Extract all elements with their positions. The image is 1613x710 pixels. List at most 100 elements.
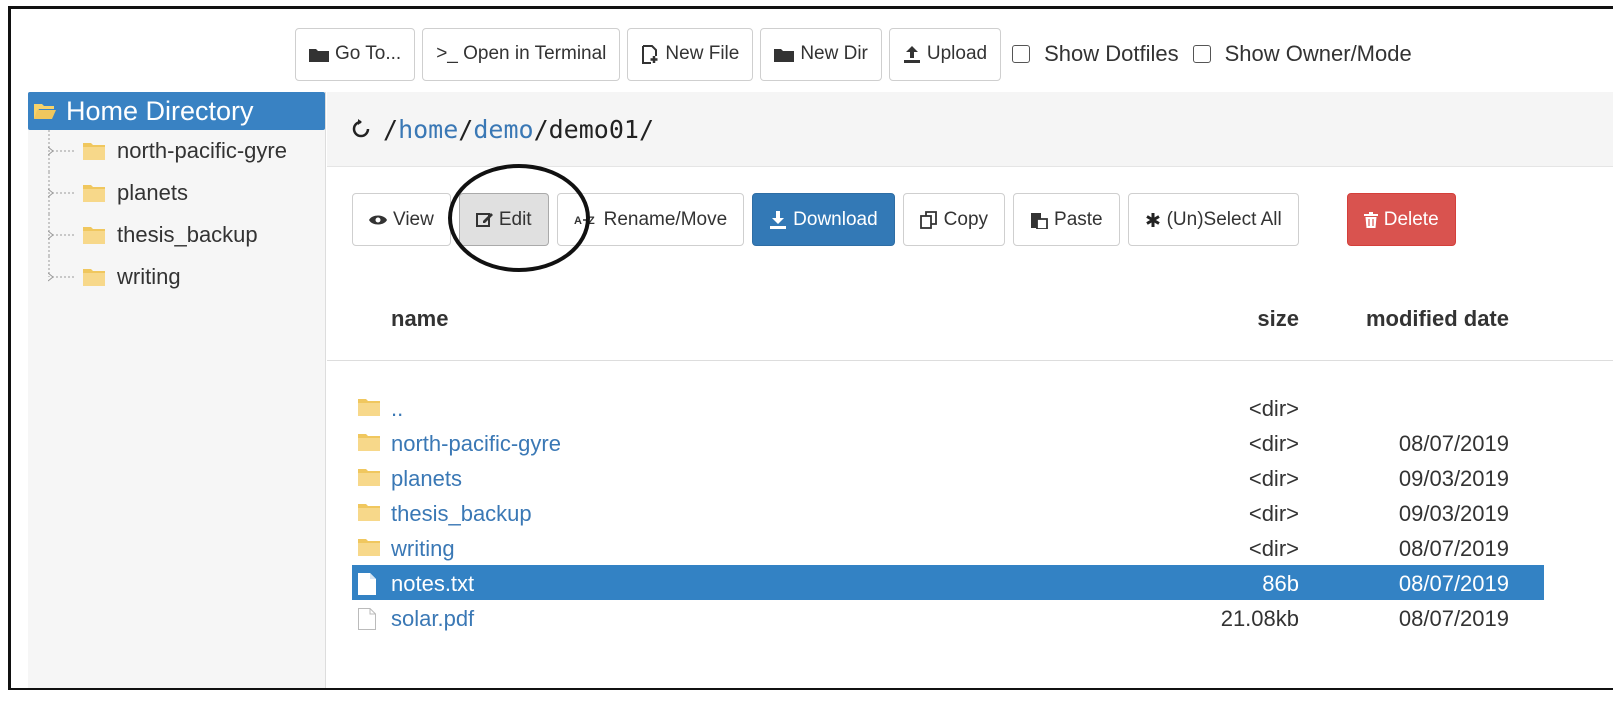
eye-icon — [369, 215, 387, 224]
table-row[interactable]: writing <dir> 08/07/2019 — [352, 530, 1544, 565]
show-dotfiles-toggle[interactable]: Show Dotfiles — [1012, 41, 1179, 67]
download-label: Download — [793, 208, 878, 230]
show-dotfiles-checkbox[interactable] — [1012, 45, 1031, 63]
sort-alpha-icon: AZ — [574, 215, 595, 226]
copy-icon — [919, 210, 937, 229]
file-name-link[interactable]: writing — [391, 536, 455, 562]
column-header-modified-date[interactable]: modified date — [1366, 306, 1509, 332]
rename-move-button[interactable]: AZ Rename/Move — [556, 193, 745, 246]
edit-icon — [475, 213, 493, 227]
select-all-button[interactable]: (Un)Select All — [1127, 193, 1299, 246]
breadcrumb: /home/demo/demo01/ — [327, 92, 1613, 167]
open-terminal-label: >_ Open in Terminal — [436, 43, 607, 64]
table-row[interactable]: planets <dir> 09/03/2019 — [352, 460, 1544, 495]
new-file-icon — [642, 44, 658, 64]
refresh-icon[interactable] — [351, 119, 371, 139]
edit-button[interactable]: Edit — [458, 193, 549, 246]
svg-text:Z: Z — [588, 215, 595, 226]
file-size: <dir> — [1248, 431, 1299, 456]
tree-connector — [48, 172, 76, 214]
file-name-link[interactable]: solar.pdf — [391, 606, 474, 632]
file-name-link[interactable]: planets — [391, 466, 462, 492]
column-header-name[interactable]: name — [391, 306, 448, 332]
tree-connector — [48, 130, 76, 172]
show-owner-mode-label: Show Owner/Mode — [1224, 41, 1412, 66]
view-button[interactable]: View — [352, 193, 451, 246]
folder-open-icon — [34, 104, 56, 119]
copy-label: Copy — [943, 208, 989, 230]
table-row[interactable]: north-pacific-gyre <dir> 08/07/2019 — [352, 425, 1544, 460]
delete-button[interactable]: Delete — [1346, 193, 1456, 246]
select-all-label: (Un)Select All — [1166, 208, 1282, 230]
folder-icon — [83, 227, 105, 244]
table-row[interactable]: thesis_backup <dir> 09/03/2019 — [352, 495, 1544, 530]
goto-button[interactable]: Go To... — [295, 27, 416, 81]
delete-label: Delete — [1383, 208, 1439, 230]
copy-button[interactable]: Copy — [902, 193, 1006, 246]
table-row[interactable]: solar.pdf 21.08kb 08/07/2019 — [352, 600, 1544, 635]
file-name-link[interactable]: .. — [391, 396, 403, 422]
file-modified-date: 09/03/2019 — [1398, 466, 1509, 491]
path-link-home[interactable]: home — [398, 115, 458, 144]
tree-connector — [48, 256, 76, 282]
file-name-link[interactable]: thesis_backup — [391, 501, 532, 527]
paste-icon — [1031, 212, 1048, 229]
tree-item-writing[interactable]: writing — [28, 256, 325, 298]
table-row[interactable]: .. <dir> — [352, 390, 1544, 425]
top-toolbar: Go To... >_ Open in Terminal New File Ne… — [295, 27, 1422, 81]
folder-icon — [309, 48, 329, 62]
new-dir-label: New Dir — [800, 43, 868, 64]
tree-item-planets[interactable]: planets — [28, 172, 325, 214]
upload-button[interactable]: Upload — [888, 27, 1002, 81]
folder-icon — [358, 539, 380, 556]
folder-icon — [774, 48, 795, 62]
table-row-selected[interactable]: notes.txt 86b 08/07/2019 — [352, 565, 1544, 600]
file-size: <dir> — [1248, 396, 1299, 421]
edit-label: Edit — [498, 208, 532, 230]
tree-item-north-pacific-gyre[interactable]: north-pacific-gyre — [28, 130, 325, 172]
show-owner-mode-toggle[interactable]: Show Owner/Mode — [1192, 41, 1412, 67]
paste-button[interactable]: Paste — [1013, 193, 1120, 246]
file-modified-date: 08/07/2019 — [1398, 431, 1509, 456]
path-link-demo[interactable]: demo — [473, 115, 533, 144]
show-dotfiles-label: Show Dotfiles — [1044, 41, 1179, 66]
file-name-link[interactable]: notes.txt — [391, 571, 474, 597]
show-owner-mode-checkbox[interactable] — [1192, 45, 1211, 63]
file-modified-date: 08/07/2019 — [1398, 536, 1509, 561]
tree-root-home[interactable]: Home Directory — [28, 92, 325, 130]
tree-root-label: Home Directory — [66, 95, 254, 126]
tree-item-thesis-backup[interactable]: thesis_backup — [28, 214, 325, 256]
upload-icon — [903, 46, 920, 63]
column-header-size[interactable]: size — [1257, 306, 1299, 332]
file-size: 86b — [1262, 571, 1299, 596]
new-file-label: New File — [665, 43, 740, 64]
rename-move-label: Rename/Move — [603, 208, 728, 230]
table-header: name size modified date — [352, 290, 1544, 346]
file-size: <dir> — [1248, 501, 1299, 526]
file-actions: View Edit AZ Rename/Move Download Copy P… — [352, 193, 1464, 246]
view-label: View — [393, 208, 434, 230]
paste-label: Paste — [1054, 208, 1103, 230]
download-button[interactable]: Download — [752, 193, 895, 246]
folder-icon — [358, 434, 380, 451]
file-name-link[interactable]: north-pacific-gyre — [391, 431, 561, 457]
tree-item-label: planets — [117, 180, 188, 205]
svg-text:A: A — [574, 215, 582, 226]
file-icon — [358, 573, 376, 595]
open-terminal-button[interactable]: >_ Open in Terminal — [422, 27, 621, 81]
tree-item-label: north-pacific-gyre — [117, 138, 287, 163]
file-size: 21.08kb — [1220, 606, 1299, 631]
download-icon — [770, 210, 787, 229]
path-separator: / — [638, 114, 654, 144]
path-separator: / — [383, 114, 399, 144]
path-current-dir: demo01 — [548, 114, 639, 144]
trash-icon — [1363, 211, 1378, 228]
file-modified-date: 08/07/2019 — [1398, 571, 1509, 596]
new-dir-button[interactable]: New Dir — [760, 27, 882, 81]
folder-icon — [358, 469, 380, 486]
folder-icon — [83, 185, 105, 202]
tree-item-label: thesis_backup — [117, 222, 258, 247]
new-file-button[interactable]: New File — [627, 27, 754, 81]
table-header-divider — [327, 360, 1613, 361]
file-size: <dir> — [1248, 466, 1299, 491]
